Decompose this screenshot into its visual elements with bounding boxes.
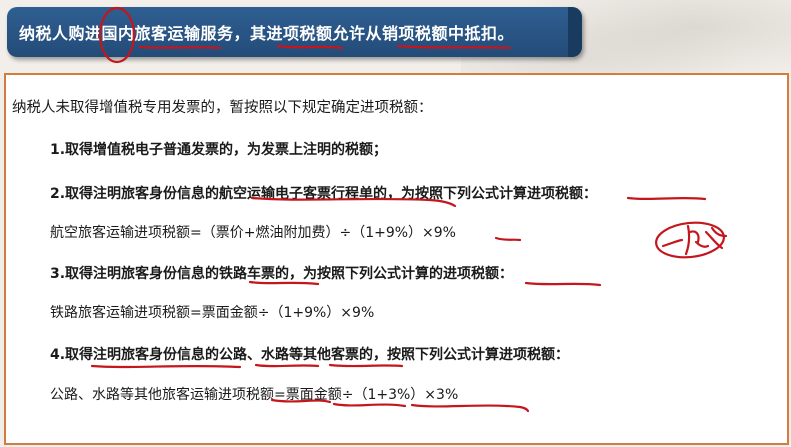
content-panel: 纳税人未取得增值税专用发票的，暂按照以下规定确定进项税额： 1.取得增值税电子普… <box>4 73 789 445</box>
rule-item-3: 3.取得注明旅客身份信息的铁路车票的，为按照下列公式计算的进项税额： <box>50 266 514 282</box>
intro-text: 纳税人未取得增值税专用发票的，暂按照以下规定确定进项税额： <box>12 100 433 116</box>
banner-edge <box>568 7 582 57</box>
formula-road: 公路、水路等其他旅客运输进项税额=票面金额÷（1+3%）×3% <box>50 387 459 403</box>
page-title: 纳税人购进国内旅客运输服务，其进项税额允许从销项税额中抵扣。 <box>19 24 515 43</box>
formula-rail: 铁路旅客运输进项税额=票面金额÷（1+9%）×9% <box>50 305 375 321</box>
rule-item-2: 2.取得注明旅客身份信息的航空运输电子客票行程单的，为按照下列公式计算进项税额： <box>50 186 598 202</box>
rule-item-4: 4.取得注明旅客身份信息的公路、水路等其他客票的，按照下列公式计算进项税额： <box>50 347 570 363</box>
formula-air: 航空旅客运输进项税额=（票价+燃油附加费）÷（1+9%）×9% <box>50 225 456 241</box>
rule-item-1: 1.取得增值税电子普通发票的，为发票上注明的税额； <box>50 142 388 158</box>
title-banner: 纳税人购进国内旅客运输服务，其进项税额允许从销项税额中抵扣。 <box>7 7 582 57</box>
